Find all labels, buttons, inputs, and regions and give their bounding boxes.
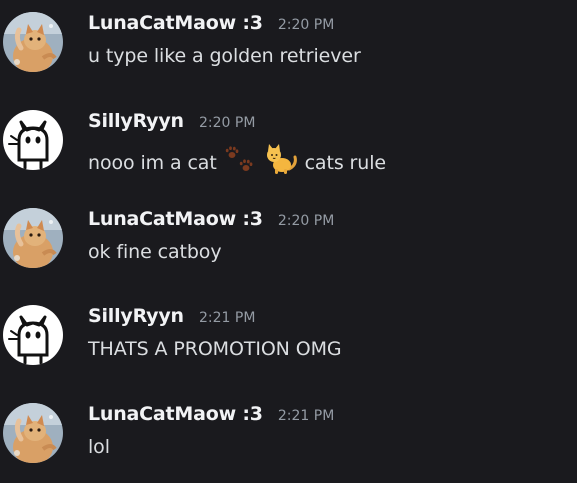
message-content: ok fine catboy: [88, 241, 222, 263]
message-header: LunaCatMaow :3 2:20 PM: [88, 208, 334, 234]
timestamp[interactable]: 2:20 PM: [199, 115, 255, 131]
chat-message-list: LunaCatMaow :3 2:20 PM u type like a gol…: [0, 0, 577, 472]
message-content: THATS A PROMOTION OMG: [88, 338, 342, 360]
message-item: SillyRyyn 2:20 PM nooo im a cat cats rul…: [0, 110, 577, 190]
cat-emoji-icon[interactable]: [264, 143, 298, 180]
timestamp[interactable]: 2:20 PM: [278, 17, 334, 33]
message-item: LunaCatMaow :3 2:20 PM u type like a gol…: [0, 12, 577, 92]
avatar[interactable]: [3, 305, 63, 365]
avatar[interactable]: [3, 12, 63, 72]
timestamp[interactable]: 2:21 PM: [199, 310, 255, 326]
author-name[interactable]: LunaCatMaow :3: [88, 12, 263, 34]
avatar[interactable]: [3, 208, 63, 268]
message-header: LunaCatMaow :3 2:21 PM: [88, 403, 334, 429]
message-text: cats rule: [304, 152, 387, 174]
message-content: lol: [88, 436, 110, 458]
author-name[interactable]: SillyRyyn: [88, 110, 184, 132]
message-item: SillyRyyn 2:21 PM THATS A PROMOTION OMG: [0, 305, 577, 385]
timestamp[interactable]: 2:21 PM: [278, 408, 334, 424]
timestamp[interactable]: 2:20 PM: [278, 213, 334, 229]
author-name[interactable]: SillyRyyn: [88, 305, 184, 327]
message-header: SillyRyyn 2:21 PM: [88, 305, 255, 331]
message-item: LunaCatMaow :3 2:20 PM ok fine catboy: [0, 208, 577, 288]
message-content: nooo im a cat cats rule: [88, 143, 386, 180]
author-name[interactable]: LunaCatMaow :3: [88, 208, 263, 230]
drawn-cat-avatar-icon: [3, 110, 63, 170]
message-header: SillyRyyn 2:20 PM: [88, 110, 255, 136]
message-content: u type like a golden retriever: [88, 45, 361, 67]
orange-cat-avatar-icon: [3, 208, 63, 268]
paw-prints-emoji-icon[interactable]: [224, 145, 256, 180]
drawn-cat-avatar-icon: [3, 305, 63, 365]
avatar[interactable]: [3, 403, 63, 463]
message-item: LunaCatMaow :3 2:21 PM lol: [0, 403, 577, 483]
avatar[interactable]: [3, 110, 63, 170]
message-header: LunaCatMaow :3 2:20 PM: [88, 12, 334, 38]
orange-cat-avatar-icon: [3, 12, 63, 72]
author-name[interactable]: LunaCatMaow :3: [88, 403, 263, 425]
message-text: nooo im a cat: [88, 152, 217, 174]
orange-cat-avatar-icon: [3, 403, 63, 463]
